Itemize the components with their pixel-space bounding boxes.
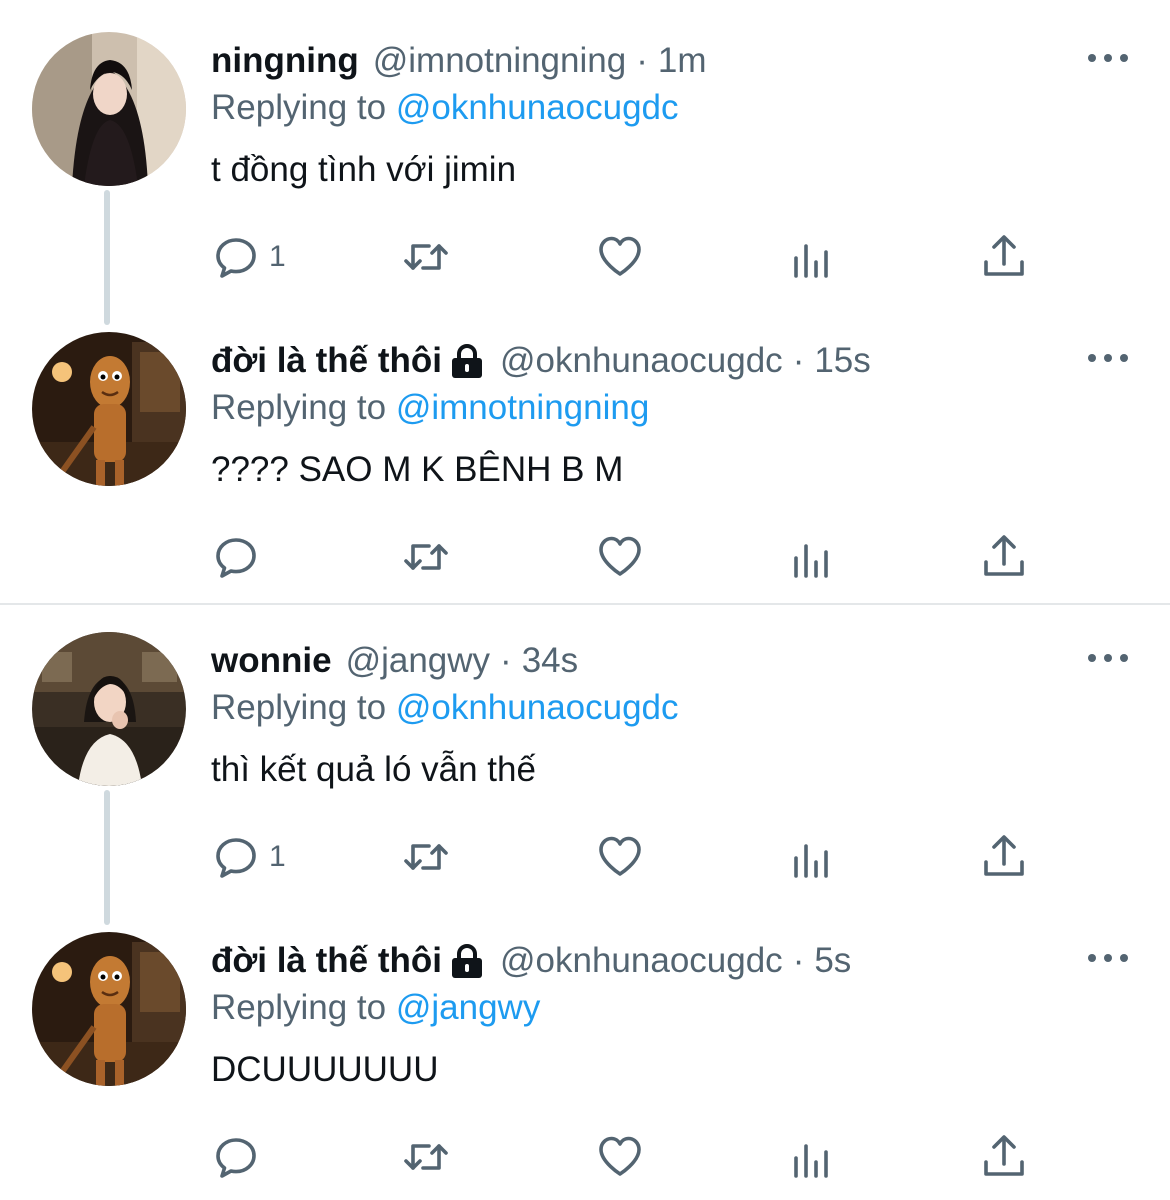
avatar[interactable] [32, 632, 186, 786]
heart-icon [599, 1136, 641, 1176]
lock-icon [448, 944, 486, 978]
replying-label: Replying to [211, 688, 387, 727]
tweet-header: đời là thế thôi @oknhunaocugdc · 15s [211, 338, 871, 384]
retweet-button[interactable] [401, 532, 451, 582]
avatar[interactable] [32, 332, 186, 486]
tweet-text: thì kết quả ló vẫn thế [211, 750, 536, 789]
action-bar: 1 [211, 232, 1041, 282]
tweet[interactable]: đời là thế thôi @oknhunaocugdc · 15s Rep… [0, 300, 1170, 600]
reply-button[interactable] [211, 532, 269, 582]
more-options-icon[interactable] [1088, 346, 1128, 370]
tweet-header: ningning @imnotningning · 1m [211, 38, 706, 84]
more-options-icon[interactable] [1088, 46, 1128, 70]
like-button[interactable] [595, 232, 645, 282]
avatar[interactable] [32, 32, 186, 186]
replying-label: Replying to [211, 388, 387, 427]
heart-icon [599, 836, 641, 876]
separator-dot: · [500, 641, 512, 680]
share-icon [984, 835, 1024, 876]
reply-count: 1 [269, 840, 286, 873]
reply-button[interactable]: 1 [211, 832, 286, 882]
display-name[interactable]: đời là thế thôi [211, 941, 442, 981]
reply-icon [216, 838, 256, 878]
reply-button[interactable] [211, 1132, 269, 1182]
like-button[interactable] [595, 532, 645, 582]
views-icon [794, 1144, 828, 1178]
reply-icon [216, 1138, 256, 1178]
timestamp[interactable]: 5s [814, 941, 851, 981]
like-button[interactable] [595, 1132, 645, 1182]
share-button[interactable] [979, 532, 1029, 582]
more-options-icon[interactable] [1088, 946, 1128, 970]
timestamp[interactable]: 1m [658, 41, 707, 81]
timestamp[interactable]: 34s [522, 641, 578, 681]
share-icon [984, 535, 1024, 576]
tweet[interactable]: ningning @imnotningning · 1m Replying to… [0, 0, 1170, 300]
tweet-text: t đồng tình với jimin [211, 150, 517, 189]
views-icon [794, 844, 828, 878]
retweet-icon [404, 1144, 448, 1170]
action-bar: 1 [211, 832, 1041, 882]
retweet-button[interactable] [401, 1132, 451, 1182]
separator-dot: · [792, 941, 805, 980]
retweet-icon [404, 544, 448, 570]
tweet[interactable]: wonnie @jangwy · 34s Replying to @oknhun… [0, 600, 1170, 900]
mention-link[interactable]: @oknhunaocugdc [396, 688, 679, 727]
share-icon [984, 235, 1024, 276]
heart-icon [599, 536, 641, 576]
mention-link[interactable]: @jangwy [396, 988, 540, 1027]
separator-dot: · [636, 41, 648, 80]
display-name[interactable]: wonnie [211, 641, 332, 681]
retweet-button[interactable] [401, 232, 451, 282]
views-button[interactable] [787, 232, 837, 282]
retweet-icon [404, 244, 448, 270]
mention-link[interactable]: @oknhunaocugdc [396, 88, 679, 127]
tweet-text: ???? SAO M K BÊNH B M [211, 450, 624, 489]
reply-icon [216, 238, 256, 278]
views-icon [794, 244, 828, 278]
retweet-icon [404, 844, 448, 870]
heart-icon [599, 236, 641, 276]
tweet-header: wonnie @jangwy · 34s [211, 638, 578, 684]
reply-count: 1 [269, 240, 286, 273]
user-handle[interactable]: @oknhunaocugdc [500, 341, 783, 381]
replying-label: Replying to [211, 988, 387, 1027]
views-button[interactable] [787, 832, 837, 882]
tweet[interactable]: đời là thế thôi @oknhunaocugdc · 5s Repl… [0, 900, 1170, 1200]
more-options-icon[interactable] [1088, 646, 1128, 670]
reply-button[interactable]: 1 [211, 232, 286, 282]
retweet-button[interactable] [401, 832, 451, 882]
replying-to: Replying to @jangwy [211, 988, 540, 1028]
display-name[interactable]: đời là thế thôi [211, 341, 442, 381]
timestamp[interactable]: 15s [814, 341, 870, 381]
share-button[interactable] [979, 1132, 1029, 1182]
user-handle[interactable]: @jangwy [346, 641, 490, 681]
display-name[interactable]: ningning [211, 41, 359, 81]
views-icon [794, 544, 828, 578]
replying-to: Replying to @imnotningning [211, 388, 649, 428]
share-icon [984, 1135, 1024, 1176]
lock-icon [448, 344, 486, 378]
user-handle[interactable]: @imnotningning [373, 41, 626, 81]
replying-to: Replying to @oknhunaocugdc [211, 688, 679, 728]
views-button[interactable] [787, 1132, 837, 1182]
tweet-text: DCUUUUUUU [211, 1050, 439, 1089]
mention-link[interactable]: @imnotningning [396, 388, 649, 427]
reply-feed: ningning @imnotningning · 1m Replying to… [0, 0, 1170, 1200]
tweet-header: đời là thế thôi @oknhunaocugdc · 5s [211, 938, 851, 984]
action-bar [211, 532, 1041, 582]
share-button[interactable] [979, 832, 1029, 882]
separator-dot: · [792, 341, 805, 380]
like-button[interactable] [595, 832, 645, 882]
share-button[interactable] [979, 232, 1029, 282]
reply-icon [216, 538, 256, 578]
replying-to: Replying to @oknhunaocugdc [211, 88, 679, 128]
avatar[interactable] [32, 932, 186, 1086]
user-handle[interactable]: @oknhunaocugdc [500, 941, 783, 981]
replying-label: Replying to [211, 88, 387, 127]
views-button[interactable] [787, 532, 837, 582]
action-bar [211, 1132, 1041, 1182]
